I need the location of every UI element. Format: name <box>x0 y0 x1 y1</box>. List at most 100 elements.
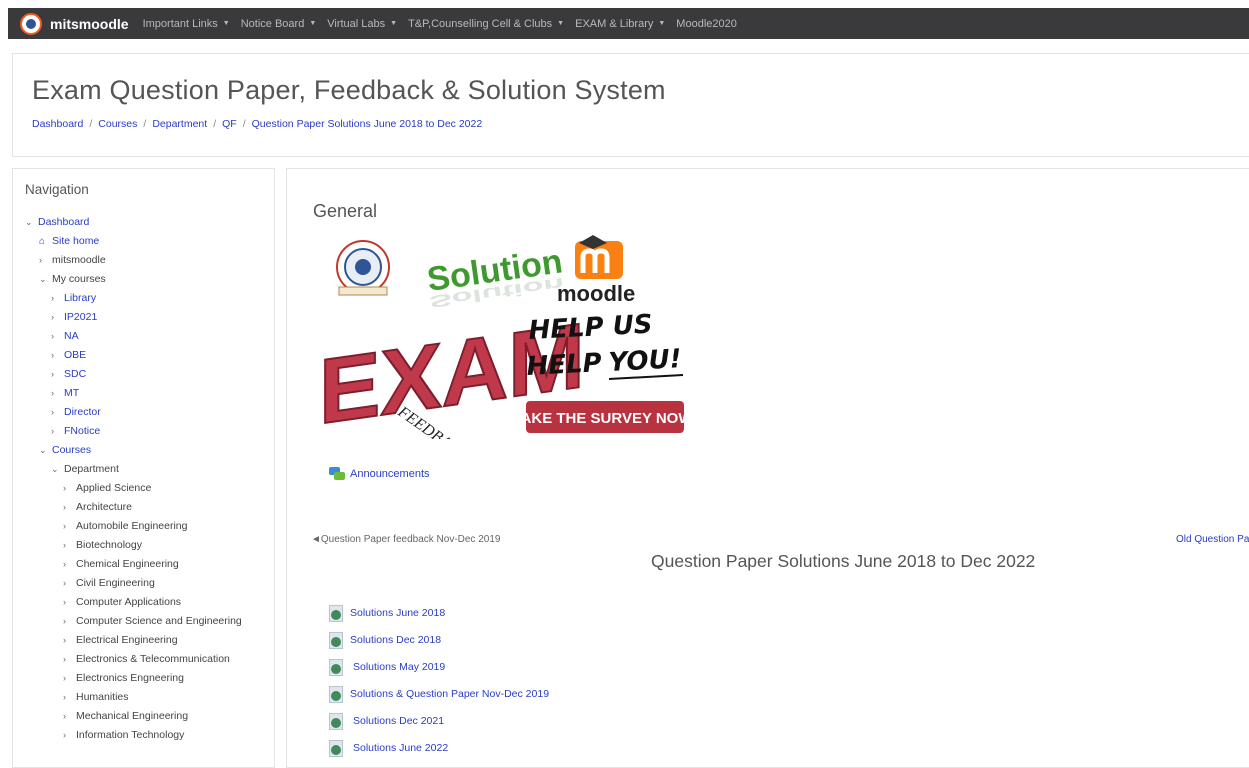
resource-solutions-dec-2018[interactable]: Solutions Dec 2018 <box>329 626 549 653</box>
nav-tree-item-ip2021[interactable]: › IP2021 <box>25 308 242 327</box>
nav-tree-item-architecture[interactable]: › Architecture <box>25 498 242 517</box>
caret-down-icon: ▼ <box>309 20 317 27</box>
nav-tree-item-director[interactable]: › Director <box>25 403 242 422</box>
section-general-heading: General <box>313 201 378 221</box>
nav-tree-item-my-courses[interactable]: ⌄ My courses <box>25 270 242 289</box>
chevron-down-icon: ⌄ <box>51 464 59 474</box>
moodle-logo-icon <box>575 235 623 279</box>
nav-tree-label: mitsmoodle <box>52 254 106 266</box>
nav-tree-label: Information Technology <box>76 729 185 741</box>
previous-section-link[interactable]: ◄Question Paper feedback Nov-Dec 2019 <box>311 534 500 545</box>
nav-tree-item-department[interactable]: ⌄ Department <box>25 460 242 479</box>
chevron-right-icon: › <box>51 369 54 379</box>
nav-tree-item-information-technology[interactable]: › Information Technology <box>25 726 242 745</box>
nav-tree-item-biotechnology[interactable]: › Biotechnology <box>25 536 242 555</box>
nav-tree-label: NA <box>64 330 79 342</box>
chevron-right-icon: › <box>63 730 66 740</box>
nav-tree-item-obe[interactable]: › OBE <box>25 346 242 365</box>
brand-link[interactable]: mitsmoodle <box>20 12 129 35</box>
nav-tree-item-courses[interactable]: ⌄ Courses <box>25 441 242 460</box>
nav-tree-label: Civil Engineering <box>76 577 155 589</box>
breadcrumb-qf[interactable]: QF <box>222 118 237 130</box>
nav-virtual-labs[interactable]: Virtual Labs ▼ <box>327 18 397 30</box>
nav-tree-item-electrical-engineering[interactable]: › Electrical Engineering <box>25 631 242 650</box>
chevron-right-icon: › <box>51 312 54 322</box>
url-resource-icon <box>329 658 343 676</box>
nav-tree-label: IP2021 <box>64 311 98 323</box>
chevron-down-icon: ⌄ <box>39 274 47 284</box>
caret-down-icon: ▼ <box>658 20 666 27</box>
nav-tree-item-automobile-engineering[interactable]: › Automobile Engineering <box>25 517 242 536</box>
next-section-link[interactable]: Old Question Pap <box>1176 534 1249 545</box>
nav-tree-label: Electrical Engineering <box>76 634 178 646</box>
nav-tree-item-library[interactable]: › Library <box>25 289 242 308</box>
navigation-title: Navigation <box>25 182 89 197</box>
chevron-right-icon: › <box>63 540 66 550</box>
breadcrumb-dashboard[interactable]: Dashboard <box>32 118 83 130</box>
chevron-right-icon: › <box>63 616 66 626</box>
resource-solutions-dec-2021[interactable]: Solutions Dec 2021 <box>329 707 549 734</box>
page-header: Exam Question Paper, Feedback & Solution… <box>12 53 1249 157</box>
navbar-bar: mitsmoodle Important Links ▼ Notice Board… <box>8 8 1249 39</box>
nav-tree-label: Biotechnology <box>76 539 142 551</box>
chevron-right-icon: › <box>63 578 66 588</box>
breadcrumb-department[interactable]: Department <box>152 118 207 130</box>
nav-tree-item-sdc[interactable]: › SDC <box>25 365 242 384</box>
chevron-right-icon: › <box>63 597 66 607</box>
breadcrumb-courses[interactable]: Courses <box>98 118 137 130</box>
nav-tree-item-applied-science[interactable]: › Applied Science <box>25 479 242 498</box>
chevron-right-icon: › <box>63 559 66 569</box>
resource-list: Solutions June 2018 Solutions Dec 2018 S… <box>329 599 549 761</box>
nav-tree-label: Director <box>64 406 101 418</box>
chevron-down-icon: ⌄ <box>25 217 33 227</box>
resource-solutions-nov-dec-2019[interactable]: Solutions & Question Paper Nov-Dec 2019 <box>329 680 549 707</box>
nav-tp-counselling[interactable]: T&P,Counselling Cell & Clubs ▼ <box>408 18 564 30</box>
moodle-text: moodle <box>557 281 635 306</box>
nav-tree-label: OBE <box>64 349 87 361</box>
nav-tree-item-dashboard[interactable]: ⌄ Dashboard <box>25 213 242 232</box>
nav-tree-item-computer-science-and-engineering[interactable]: › Computer Science and Engineering <box>25 612 242 631</box>
nav-tree-item-humanities[interactable]: › Humanities <box>25 688 242 707</box>
resource-solutions-june-2022[interactable]: Solutions June 2022 <box>329 734 549 761</box>
chevron-down-icon: ⌄ <box>39 445 47 455</box>
brand-name: mitsmoodle <box>50 15 129 32</box>
resource-solutions-may-2019[interactable]: Solutions May 2019 <box>329 653 549 680</box>
breadcrumb: Dashboard / Courses / Department / QF / Ques… <box>32 118 483 130</box>
announcements-link[interactable]: Announcements <box>329 467 430 481</box>
nav-tree-item-civil-engineering[interactable]: › Civil Engineering <box>25 574 242 593</box>
breadcrumb-current[interactable]: Question Paper Solutions June 2018 to De… <box>252 118 483 130</box>
nav-tree-item-electronics-engneering[interactable]: › Electronics Engneering <box>25 669 242 688</box>
nav-tree-item-mt[interactable]: › MT <box>25 384 242 403</box>
navigation-block: Navigation ⌄ Dashboard ⌂ Site home › mitsmood… <box>12 168 275 768</box>
nav-tree-label: Applied Science <box>76 482 152 494</box>
section-title: Question Paper Solutions June 2018 to De… <box>651 551 1036 571</box>
nav-tree-label: Chemical Engineering <box>76 558 179 570</box>
nav-tree-item-electronics-telecommunication[interactable]: › Electronics & Telecommunication <box>25 650 242 669</box>
chevron-right-icon: › <box>51 426 54 436</box>
nav-tree-item-mitsmoodle[interactable]: › mitsmoodle <box>25 251 242 270</box>
url-resource-icon <box>329 685 343 703</box>
caret-down-icon: ▼ <box>222 20 230 27</box>
nav-exam-library[interactable]: EXAM & Library ▼ <box>575 18 665 30</box>
chevron-right-icon: › <box>51 293 54 303</box>
nav-tree-item-fnotice[interactable]: › FNotice <box>25 422 242 441</box>
url-resource-icon <box>329 712 343 730</box>
nav-tree-item-mechanical-engineering[interactable]: › Mechanical Engineering <box>25 707 242 726</box>
nav-tree-item-site-home[interactable]: ⌂ Site home <box>25 232 242 251</box>
nav-tree-label: Architecture <box>76 501 133 513</box>
navigation-tree: ⌄ Dashboard ⌂ Site home › mitsmoodle ⌄ My cours… <box>25 213 242 745</box>
nav-tree-label: FNotice <box>64 425 101 437</box>
nav-important-links[interactable]: Important Links ▼ <box>143 18 230 30</box>
resource-solutions-june-2018[interactable]: Solutions June 2018 <box>329 599 549 626</box>
nav-tree-item-computer-applications[interactable]: › Computer Applications <box>25 593 242 612</box>
chevron-right-icon: › <box>63 502 66 512</box>
nav-tree-label: Electronics Engneering <box>76 672 184 684</box>
survey-button-text: TAKE THE SURVEY NOW! <box>512 410 697 427</box>
announcements-label: Announcements <box>350 468 430 480</box>
nav-tree-label: Computer Applications <box>76 596 182 608</box>
nav-tree-item-chemical-engineering[interactable]: › Chemical Engineering <box>25 555 242 574</box>
nav-moodle2020[interactable]: Moodle2020 <box>676 18 737 30</box>
chevron-right-icon: › <box>39 255 42 265</box>
nav-notice-board[interactable]: Notice Board ▼ <box>241 18 317 30</box>
nav-tree-item-na[interactable]: › NA <box>25 327 242 346</box>
